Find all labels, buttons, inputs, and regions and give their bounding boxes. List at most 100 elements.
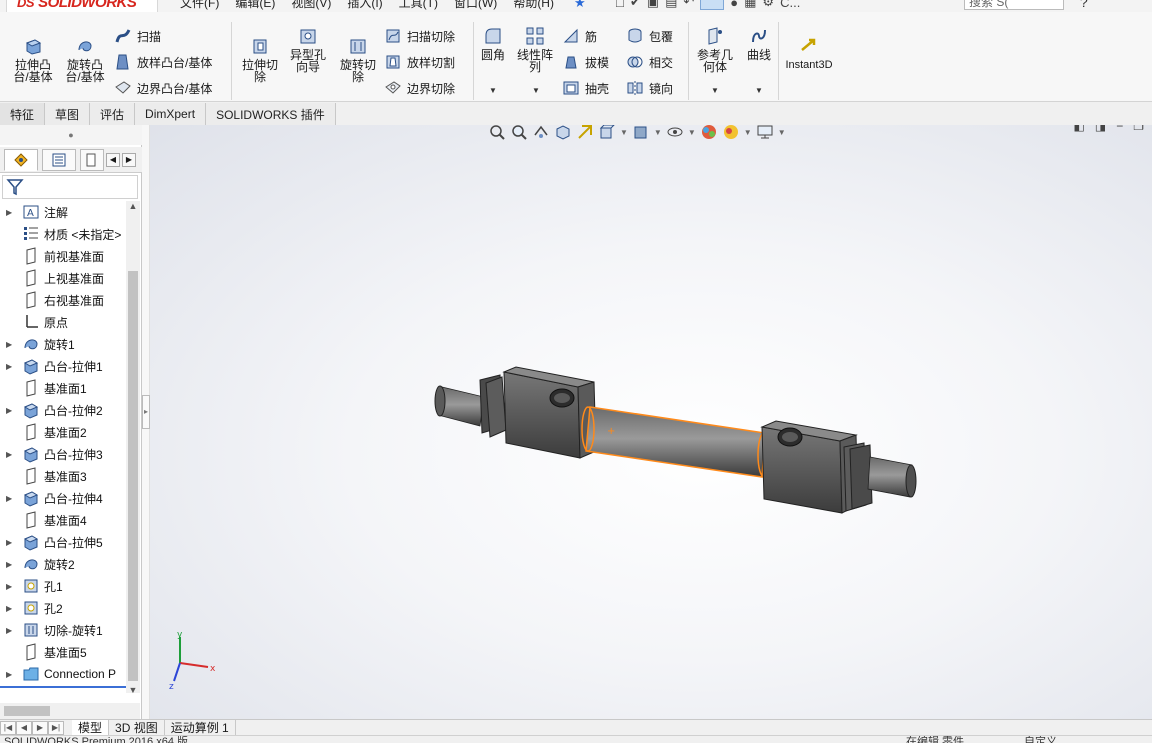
wrap-button[interactable]: 包覆 (626, 26, 673, 46)
linear-pattern-button[interactable]: 线性阵 列 (514, 26, 556, 73)
tab-motion-study[interactable]: 运动算例 1 (165, 719, 236, 736)
rollback-bar[interactable] (0, 686, 126, 688)
expand-arrow-icon[interactable]: ▶ (6, 208, 16, 217)
tree-item[interactable]: 前视基准面 (0, 245, 126, 267)
boundary-boss-button[interactable]: 边界凸台/基体 (114, 78, 212, 98)
loft-cut-button[interactable]: 放样切割 (384, 52, 455, 72)
tree-item[interactable]: ▶ 凸台-拉伸3 (0, 443, 126, 465)
tree-item[interactable]: ▶ Connection P (0, 663, 126, 685)
property-manager-tab[interactable] (42, 149, 76, 171)
tree-item[interactable]: 材质 <未指定> (0, 223, 126, 245)
intersect-button[interactable]: 相交 (626, 52, 673, 72)
tree-vertical-scrollbar[interactable]: ▲ ▼ (126, 201, 140, 695)
new-document-icon[interactable]: □ (616, 0, 624, 10)
left-block[interactable] (502, 366, 597, 459)
tree-item[interactable]: ▶ A 注解 (0, 201, 126, 223)
menu-file[interactable]: 文件(F) (180, 0, 219, 11)
expand-arrow-icon[interactable]: ▶ (6, 626, 16, 635)
file-properties-icon[interactable]: ▦ (744, 0, 756, 10)
revolve-cut-button[interactable]: 旋转切 除 (336, 36, 380, 83)
menu-tools[interactable]: 工具(T) (399, 0, 438, 11)
solidworks-logo[interactable]: DS SOLIDWORKS (6, 0, 158, 12)
graphics-viewport[interactable]: ▼ ▼ ▼ ▼ ▼ ◧ ◨ − ❐ + y x z (150, 125, 1152, 719)
tree-item[interactable]: ▶ 凸台-拉伸2 (0, 399, 126, 421)
tree-item[interactable]: 右视基准面 (0, 289, 126, 311)
expand-arrow-icon[interactable]: ▶ (6, 362, 16, 371)
feature-manager-tab[interactable] (4, 149, 38, 171)
tab-sketch[interactable]: 草图 (45, 103, 91, 125)
revolve-boss-button[interactable]: 旋转凸 台/基体 (62, 36, 108, 83)
expand-arrow-icon[interactable]: ▶ (6, 538, 16, 547)
right-end-stub[interactable] (867, 456, 917, 498)
tab-evaluate[interactable]: 评估 (90, 103, 136, 125)
next-tab-icon[interactable]: ▶ (32, 720, 48, 735)
curves-dropdown-icon[interactable]: ▼ (755, 86, 763, 95)
selected-shaft[interactable]: + (581, 406, 771, 478)
reference-geometry-dropdown-icon[interactable]: ▼ (711, 86, 719, 95)
extrude-cut-button[interactable]: 拉伸切 除 (238, 36, 282, 83)
menu-edit[interactable]: 编辑(E) (235, 0, 275, 11)
left-end-stub[interactable] (434, 385, 485, 427)
panel-splitter[interactable]: ▸ (142, 125, 150, 719)
expand-arrow-icon[interactable]: ▶ (6, 670, 16, 679)
sweep-cut-button[interactable]: 扫描切除 (384, 26, 455, 46)
tree-item[interactable]: ▶ 旋转2 (0, 553, 126, 575)
scroll-up-icon[interactable]: ▲ (126, 201, 140, 215)
tree-item[interactable]: ▶ 旋转1 (0, 333, 126, 355)
splitter-collapse-icon[interactable]: ▸ (142, 395, 150, 429)
hole-wizard-button[interactable]: 异型孔 向导 (286, 26, 330, 73)
tab-3d-view[interactable]: 3D 视图 (109, 719, 165, 736)
expand-arrow-icon[interactable]: ▶ (6, 560, 16, 569)
extrude-boss-button[interactable]: 拉伸凸 台/基体 (10, 36, 56, 83)
tree-item[interactable]: ▶ 凸台-拉伸1 (0, 355, 126, 377)
tree-item[interactable]: 基准面1 (0, 377, 126, 399)
tree-item[interactable]: 基准面3 (0, 465, 126, 487)
expand-arrow-icon[interactable]: ▶ (6, 340, 16, 349)
mirror-button[interactable]: 镜向 (626, 78, 673, 98)
tree-item[interactable]: 上视基准面 (0, 267, 126, 289)
sweep-button[interactable]: 扫描 (114, 26, 161, 46)
status-custom[interactable]: 自定义 (1024, 736, 1057, 743)
traffic-light-icon[interactable]: ● (730, 0, 738, 10)
options-gear-icon[interactable]: ⚙ (762, 0, 774, 10)
first-tab-icon[interactable]: |◀ (0, 720, 16, 735)
menu-help[interactable]: 帮助(H) (513, 0, 554, 11)
last-tab-icon[interactable]: ▶| (48, 720, 64, 735)
right-hex-nut[interactable] (843, 442, 873, 512)
configuration-manager-tab[interactable] (80, 149, 104, 171)
expand-arrow-icon[interactable]: ▶ (6, 604, 16, 613)
tree-filter[interactable] (2, 175, 138, 199)
tree-item[interactable]: ▶ 切除-旋转1 (0, 619, 126, 641)
tree-horizontal-scrollbar[interactable] (0, 703, 140, 719)
tree-item[interactable]: 原点 (0, 311, 126, 333)
tab-addins[interactable]: SOLIDWORKS 插件 (206, 103, 336, 125)
fillet-button[interactable]: 圆角 (478, 26, 508, 61)
expand-arrow-icon[interactable]: ▶ (6, 406, 16, 415)
curves-button[interactable]: 曲线 (742, 26, 776, 61)
print-icon[interactable]: ▤ (665, 0, 677, 10)
3d-model[interactable]: + (150, 125, 1152, 719)
tree-item[interactable]: ▶ 孔1 (0, 575, 126, 597)
rib-button[interactable]: 筋 (562, 26, 597, 46)
scroll-thumb[interactable] (128, 271, 138, 681)
rebuild-icon[interactable]: ✔ (630, 0, 641, 10)
search-input[interactable]: 搜索 S( (964, 0, 1064, 10)
scroll-down-icon[interactable]: ▼ (126, 685, 140, 699)
reference-geometry-button[interactable]: 参考几 何体 (694, 26, 736, 73)
hscroll-thumb[interactable] (4, 706, 50, 716)
panel-tabs-next[interactable]: ▶ (122, 153, 136, 167)
c-label[interactable]: C... (780, 0, 800, 10)
tab-dimxpert[interactable]: DimXpert (135, 103, 207, 125)
expand-arrow-icon[interactable]: ▶ (6, 450, 16, 459)
tree-item[interactable]: 基准面2 (0, 421, 126, 443)
draft-button[interactable]: 拔模 (562, 52, 609, 72)
panel-tabs-prev[interactable]: ◀ (106, 153, 120, 167)
boundary-cut-button[interactable]: 边界切除 (384, 78, 455, 98)
menu-view[interactable]: 视图(V) (291, 0, 331, 11)
undo-icon[interactable]: ↶ (683, 0, 694, 10)
tree-item[interactable]: ▶ 凸台-拉伸4 (0, 487, 126, 509)
menu-window[interactable]: 窗口(W) (454, 0, 497, 11)
expand-arrow-icon[interactable]: ▶ (6, 494, 16, 503)
tree-item[interactable]: 基准面5 (0, 641, 126, 663)
tab-model[interactable]: 模型 (72, 719, 110, 736)
